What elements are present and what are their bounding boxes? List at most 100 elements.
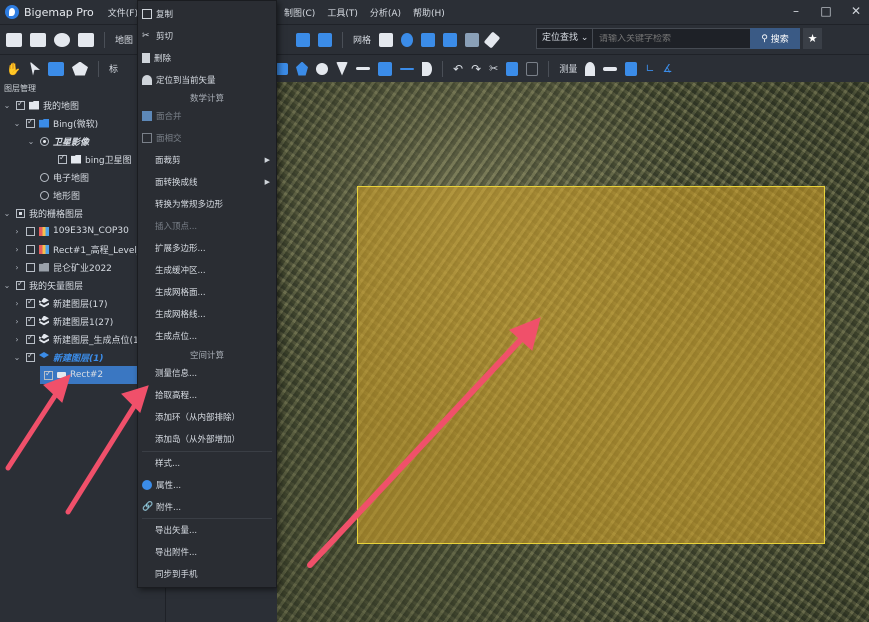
tree-row-rect1-elevation[interactable]: › Rect#1_高程_Level_ <box>12 240 141 258</box>
paste-icon[interactable] <box>526 61 539 76</box>
search-button[interactable]: ⚲ 搜索 <box>750 28 800 49</box>
menu-grid-line[interactable]: 生成网格线... <box>138 305 276 323</box>
folder-icon[interactable] <box>465 32 480 47</box>
menu-to-line[interactable]: 面转换成线 ▶ <box>138 173 276 191</box>
tree-row-kunlun[interactable]: › 昆仑矿业2022 <box>12 258 112 276</box>
tree-row-bing[interactable]: ⌄Bing(微软) <box>12 114 98 132</box>
tree-row-cop30[interactable]: › 109E33N_COP30 <box>12 222 128 240</box>
checkbox[interactable] <box>26 315 35 326</box>
checkbox[interactable] <box>26 351 35 362</box>
tree-row-bing-satellite[interactable]: bing卫星图 <box>54 150 132 168</box>
hand-pan-icon[interactable]: ✋ <box>6 62 22 76</box>
checkbox[interactable] <box>26 226 35 236</box>
menu-export-vector[interactable]: 导出矢量... <box>138 521 276 539</box>
screen-icon[interactable] <box>78 32 94 47</box>
menu-help[interactable]: 帮助(H) <box>413 6 445 19</box>
text-tool-icon[interactable] <box>378 61 393 76</box>
polygon-select-icon[interactable] <box>72 61 88 76</box>
menu-measure-info[interactable]: 测量信息... <box>138 364 276 382</box>
checkbox[interactable] <box>16 99 25 110</box>
checkbox[interactable] <box>26 244 35 254</box>
redo-icon[interactable]: ↷ <box>471 62 481 76</box>
menu-tools[interactable]: 工具(T) <box>327 6 358 19</box>
settings-icon[interactable] <box>54 32 70 47</box>
mark-label[interactable]: 标 <box>109 62 118 75</box>
menu-merge[interactable]: 面合并 <box>138 107 276 125</box>
tile-icon[interactable] <box>401 32 414 47</box>
menu-to-polygon[interactable]: 转换为常规多边形 <box>138 195 276 213</box>
tree-row-rect2[interactable]: Rect#2 <box>40 366 138 384</box>
measure-label[interactable]: 测量 <box>559 62 577 75</box>
tree-row-new-layer-1[interactable]: ⌄新建图层(1) <box>12 348 104 366</box>
tree-row-layer1-27[interactable]: ›新建图层1(27) <box>12 312 113 330</box>
checkbox[interactable] <box>26 117 35 128</box>
rectangle-tool-icon[interactable] <box>276 62 289 75</box>
angle-measure-icon[interactable]: ∡ <box>663 62 673 75</box>
maximize-icon[interactable]: □ <box>819 2 833 20</box>
menu-style[interactable]: 样式... <box>138 454 276 472</box>
menu-locate-vector[interactable]: 定位到当前矢量 <box>138 71 276 89</box>
menu-points[interactable]: 生成点位... <box>138 327 276 345</box>
grid-icon[interactable] <box>379 32 394 47</box>
mesh-icon[interactable] <box>443 32 458 47</box>
fullscreen-icon[interactable] <box>318 32 333 47</box>
grid-label[interactable]: 网格 <box>353 33 371 46</box>
menu-delete[interactable]: 删除 <box>138 49 276 67</box>
brush-icon[interactable] <box>483 30 501 49</box>
menu-file[interactable]: 文件(F) <box>108 6 138 19</box>
menu-buffer[interactable]: 生成缓冲区... <box>138 261 276 279</box>
pointer-icon[interactable] <box>30 61 40 76</box>
menu-export-attachments[interactable]: 导出附件... <box>138 543 276 561</box>
map-label[interactable]: 地图 <box>115 33 133 46</box>
angle-icon[interactable]: ∟ <box>645 62 654 75</box>
undo-icon[interactable]: ↶ <box>453 62 463 76</box>
tree-row-satellite[interactable]: ⌄ 卫星影像 <box>26 132 89 150</box>
checkbox[interactable] <box>26 262 35 272</box>
save-icon[interactable] <box>30 32 46 47</box>
open-folder-icon[interactable] <box>6 32 22 47</box>
tree-row-raster-layers[interactable]: ⌄ 我的栅格图层 <box>2 204 83 222</box>
checkbox[interactable] <box>26 333 35 344</box>
tree-row-my-map[interactable]: ⌄我的地图 <box>2 96 79 114</box>
person-icon[interactable] <box>585 61 596 76</box>
menu-pick-elevation[interactable]: 拾取高程... <box>138 386 276 404</box>
cut-icon[interactable]: ✂ <box>489 62 498 75</box>
tree-row-vector-layers[interactable]: ⌄我的矢量图层 <box>2 276 83 294</box>
menu-cartography[interactable]: 制图(C) <box>284 6 315 19</box>
menu-attachments[interactable]: 🔗 附件... <box>138 498 276 516</box>
search-input[interactable] <box>593 33 775 44</box>
menu-add-ring[interactable]: 添加环（从内部排除） <box>138 408 276 426</box>
menu-analysis[interactable]: 分析(A) <box>370 6 401 19</box>
checkbox[interactable] <box>16 279 25 290</box>
tree-row-layer-points[interactable]: ›新建图层_生成点位(1 <box>12 330 138 348</box>
curve-tool-icon[interactable] <box>422 61 433 76</box>
menu-intersect[interactable]: 面相交 <box>138 129 276 147</box>
radio-button[interactable] <box>40 190 49 200</box>
checkbox[interactable] <box>26 297 35 308</box>
pentagon-tool-icon[interactable] <box>296 61 309 76</box>
arrow-tool-icon[interactable] <box>400 67 415 70</box>
rect-overlay-polygon[interactable] <box>357 186 825 544</box>
circle-tool-icon[interactable] <box>316 62 329 75</box>
marker-tool-icon[interactable] <box>336 61 349 76</box>
tree-row-electronic-map[interactable]: 电子地图 <box>36 168 89 186</box>
select-region-icon[interactable] <box>48 61 64 76</box>
menu-clip[interactable]: 面裁剪 ▶ <box>138 151 276 169</box>
radio-button[interactable] <box>40 172 49 182</box>
zoom-extent-icon[interactable] <box>296 32 311 47</box>
checkbox[interactable] <box>16 208 25 218</box>
radio-button[interactable] <box>40 136 49 146</box>
grid-blue-icon[interactable] <box>421 32 436 47</box>
copy-icon[interactable] <box>506 61 519 76</box>
area-measure-icon[interactable] <box>625 61 638 76</box>
ruler-icon[interactable] <box>603 66 618 71</box>
favorite-star-icon[interactable]: ★ <box>803 28 822 49</box>
close-icon[interactable]: ✕ <box>849 2 863 20</box>
tree-row-layer17[interactable]: ›新建图层(17) <box>12 294 107 312</box>
menu-sync-phone[interactable]: 同步到手机 <box>138 565 276 583</box>
menu-cut[interactable]: ✂ 剪切 <box>138 27 276 45</box>
menu-properties[interactable]: 属性... <box>138 476 276 494</box>
minimize-icon[interactable]: – <box>789 2 803 20</box>
tree-row-terrain[interactable]: 地形图 <box>36 186 80 204</box>
menu-add-island[interactable]: 添加岛（从外部增加） <box>138 430 276 448</box>
